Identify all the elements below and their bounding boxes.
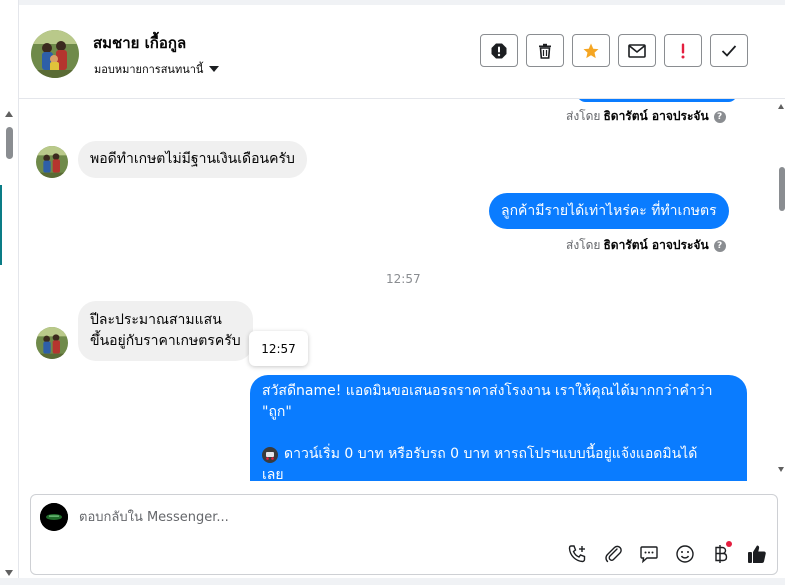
contact-name[interactable]: สมชาย เกื้อกูล [93,31,186,55]
outgoing-message-bubble [577,99,737,102]
message-thread[interactable]: ส่งโดย ธิดารัตน์ อาจประจัน ? พอดีทำเกษตไ… [19,99,778,481]
notification-dot [726,541,732,547]
outgoing-message-bubble[interactable]: ลูกค้ามีรายได้เท่าไหร่คะ ที่ทำเกษตร [489,193,729,229]
conversation-header: สมชาย เกื้อกูล มอบหมายการสนทนานี้ [19,5,785,99]
left-scrollbar[interactable] [0,0,19,585]
selection-indicator [0,185,2,265]
trash-icon [539,43,551,59]
emoji-button[interactable] [671,540,699,568]
sent-by-prefix: ส่งโดย [566,109,601,123]
scroll-down-arrow-icon[interactable] [5,570,13,576]
star-button[interactable] [572,34,610,67]
call-button[interactable] [563,540,591,568]
incoming-message-bubble[interactable]: ปีละประมาณสามแสน ขึ้นอยู่กับราคาเกษตรครั… [78,301,253,361]
assign-conversation-dropdown[interactable]: มอบหมายการสนทนานี้ [94,60,220,78]
envelope-icon [628,43,646,58]
like-button[interactable] [743,540,771,568]
attach-button[interactable] [599,540,627,568]
delete-button[interactable] [526,34,564,67]
reply-input[interactable] [79,505,739,529]
thread-scroll-thumb[interactable] [779,167,785,211]
caret-down-icon [209,66,220,72]
scroll-up-arrow-icon[interactable] [778,104,784,109]
paperclip-icon [605,545,622,563]
sent-by-name: ธิดารัตน์ อาจประจัน [603,238,709,252]
sent-by-label: ส่งโดย ธิดารัตน์ อาจประจัน ? [566,107,726,126]
outgoing-message-bubble[interactable]: สวัสดีname! แอดมินขอเสนอรถราคาส่งโรงงาน … [250,375,747,481]
check-icon [721,44,737,57]
scroll-down-arrow-icon[interactable] [778,467,784,472]
message-line: สวัสดีname! แอดมินขอเสนอรถราคาส่งโรงงาน … [262,383,713,399]
mark-unread-button[interactable] [618,34,656,67]
assign-label: มอบหมายการสนทนานี้ [94,63,204,76]
message-line: เลย [262,467,284,481]
message-line-row: ดาวน์เริ่ม 0 บาท หรือรับรถ 0 บาท หารถโปร… [262,444,735,465]
timestamp-tooltip: 12:57 [249,331,308,366]
sent-by-prefix: ส่งโดย [566,238,601,252]
mark-done-button[interactable] [710,34,748,67]
composer-toolbar [563,540,771,568]
message-line: ขึ้นอยู่กับราคาเกษตรครับ [90,333,241,349]
chat-dots-icon [640,546,658,564]
star-icon [583,43,599,58]
reply-composer [30,494,778,575]
payment-button[interactable] [707,540,735,568]
exclamation-icon [681,43,685,58]
alert-octagon-icon [491,43,507,58]
incoming-message-bubble[interactable]: พอดีทำเกษตไม่มีฐานเงินเดือนครับ [78,141,307,178]
contact-avatar[interactable] [31,30,79,78]
saved-replies-button[interactable] [635,540,663,568]
help-icon[interactable]: ? [713,110,726,123]
thumbs-up-icon [748,545,766,563]
smiley-icon [676,545,694,563]
baht-icon [715,545,728,563]
page-avatar [40,503,68,531]
thread-scrollbar[interactable] [778,99,785,481]
message-line: ปีละประมาณสามแสน [90,312,222,328]
call-plus-icon [568,545,586,563]
spam-button[interactable] [480,34,518,67]
contact-avatar-small[interactable] [36,327,68,359]
message-line: "ถูก" [262,404,292,420]
sent-by-label: ส่งโดย ธิดารัตน์ อาจประจัน ? [566,236,726,255]
contact-avatar-small[interactable] [36,146,68,178]
scroll-up-arrow-icon[interactable] [5,111,13,117]
sent-by-name: ธิดารัตน์ อาจประจัน [603,109,709,123]
follow-up-button[interactable] [664,34,702,67]
help-icon[interactable]: ? [713,239,726,252]
car-emoji-icon [262,446,278,463]
left-scroll-thumb[interactable] [6,127,13,159]
message-line: ดาวน์เริ่ม 0 บาท หรือรับรถ 0 บาท หารถโปร… [284,446,698,462]
time-separator: 12:57 [386,272,421,286]
window-bottom-edge [0,578,785,585]
conversation-toolbar [480,34,748,67]
